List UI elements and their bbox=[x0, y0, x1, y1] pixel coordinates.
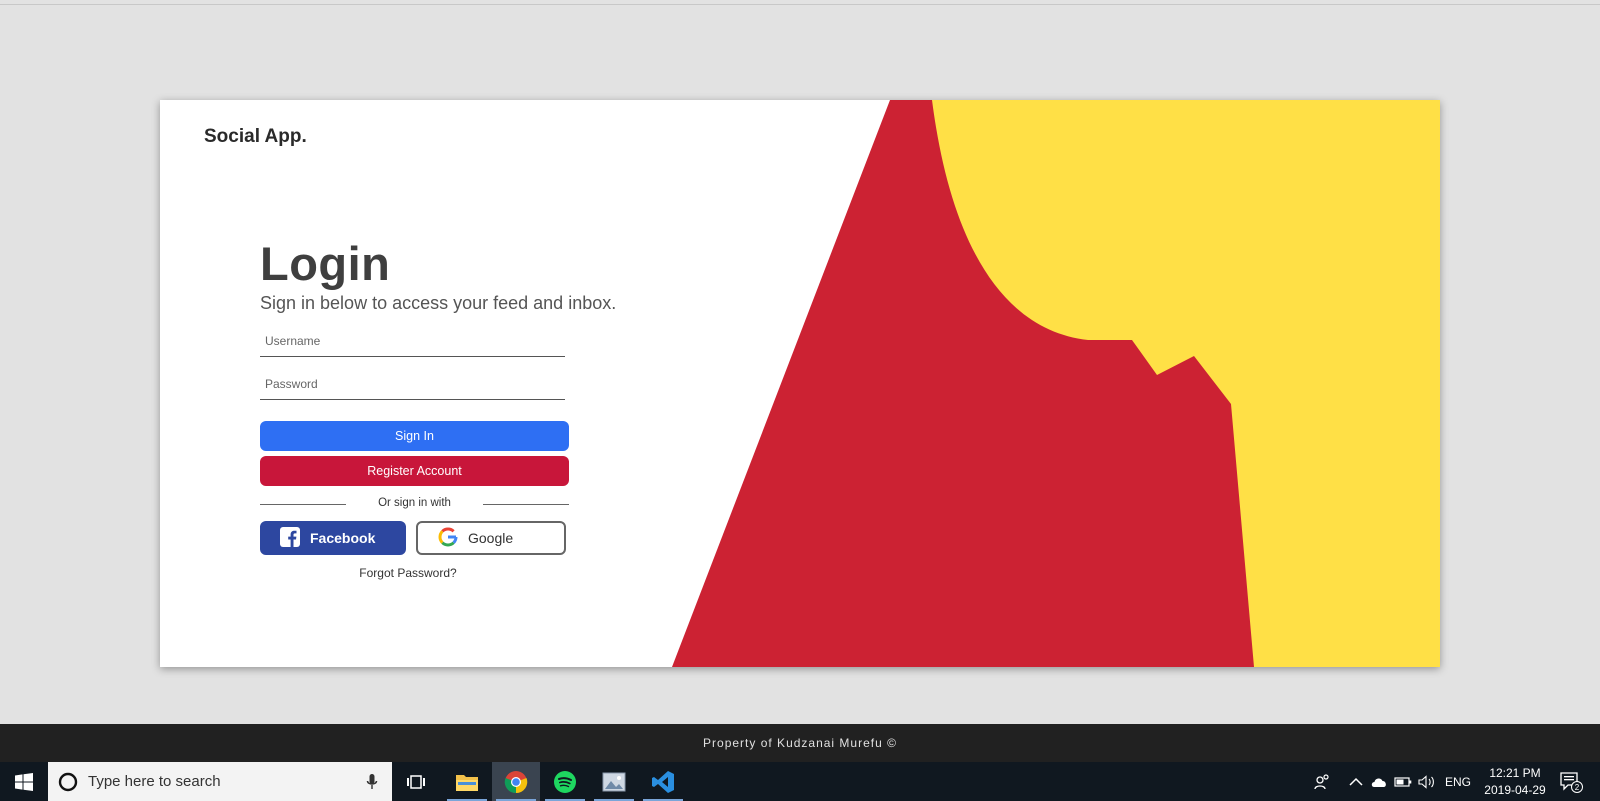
register-label: Register Account bbox=[367, 464, 462, 478]
clock-date: 2019-04-29 bbox=[1484, 783, 1546, 797]
vscode-icon bbox=[652, 770, 674, 793]
sign-in-label: Sign In bbox=[395, 429, 434, 443]
battery-icon bbox=[1394, 776, 1412, 787]
facebook-icon bbox=[280, 526, 300, 550]
task-view-button[interactable] bbox=[392, 762, 440, 801]
taskbar-clock[interactable]: 12:21 PM 2019-04-29 bbox=[1475, 765, 1555, 799]
show-hidden-icons-button[interactable] bbox=[1346, 762, 1366, 801]
login-card: Social App. Login Sign in below to acces… bbox=[160, 100, 1440, 667]
taskbar-chrome[interactable] bbox=[492, 762, 540, 801]
windows-taskbar: Type here to search ENG 12:21 PM 2019-04… bbox=[0, 762, 1600, 801]
facebook-login-button[interactable]: Facebook bbox=[260, 521, 406, 555]
footer-text: Property of Kudzanai Murefu © bbox=[703, 736, 897, 750]
taskbar-search-placeholder: Type here to search bbox=[88, 773, 221, 790]
spotify-icon bbox=[554, 770, 576, 793]
password-input[interactable] bbox=[260, 369, 565, 399]
register-account-button[interactable]: Register Account bbox=[260, 456, 569, 486]
task-view-icon bbox=[407, 774, 425, 789]
page-footer: Property of Kudzanai Murefu © bbox=[0, 724, 1600, 762]
page-title: Login bbox=[260, 237, 391, 290]
top-rule bbox=[0, 4, 1600, 5]
forgot-password-link[interactable]: Forgot Password? bbox=[260, 566, 556, 580]
divider-line-right bbox=[483, 504, 569, 505]
battery-button[interactable] bbox=[1392, 762, 1414, 801]
sign-in-button[interactable]: Sign In bbox=[260, 421, 569, 451]
windows-logo-icon bbox=[15, 772, 33, 791]
chevron-up-icon bbox=[1349, 777, 1363, 786]
action-center-button[interactable]: 2 bbox=[1554, 762, 1588, 801]
microphone-icon[interactable] bbox=[366, 773, 378, 791]
people-icon bbox=[1314, 773, 1329, 789]
google-icon bbox=[438, 527, 458, 550]
taskbar-vscode[interactable] bbox=[639, 762, 687, 801]
file-explorer-icon bbox=[456, 774, 478, 791]
photos-icon bbox=[602, 772, 626, 791]
volume-icon bbox=[1418, 774, 1434, 789]
page-subtitle: Sign in below to access your feed and in… bbox=[260, 293, 617, 313]
username-input[interactable] bbox=[260, 326, 565, 356]
google-label: Google bbox=[468, 530, 514, 546]
people-button[interactable] bbox=[1308, 762, 1336, 801]
taskbar-spotify[interactable] bbox=[541, 762, 589, 801]
taskbar-file-explorer[interactable] bbox=[443, 762, 491, 801]
onedrive-button[interactable] bbox=[1368, 762, 1390, 801]
clock-time: 12:21 PM bbox=[1489, 766, 1541, 780]
google-login-button[interactable]: Google bbox=[416, 521, 566, 555]
chrome-icon bbox=[504, 770, 528, 793]
cloud-icon bbox=[1371, 777, 1386, 787]
taskbar-search-box[interactable]: Type here to search bbox=[48, 762, 392, 801]
taskbar-photos[interactable] bbox=[590, 762, 638, 801]
divider-label: Or sign in with bbox=[378, 497, 451, 509]
facebook-label: Facebook bbox=[310, 530, 376, 546]
brand-logo: Social App. bbox=[204, 126, 307, 147]
cortana-icon bbox=[58, 772, 78, 791]
language-label: ENG bbox=[1444, 774, 1471, 789]
password-field-wrapper bbox=[260, 369, 565, 400]
username-field-wrapper bbox=[260, 326, 565, 357]
start-button[interactable] bbox=[0, 762, 48, 801]
input-language-button[interactable]: ENG bbox=[1442, 762, 1474, 801]
notification-icon: 2 bbox=[1560, 771, 1583, 793]
volume-button[interactable] bbox=[1416, 762, 1438, 801]
notification-count: 2 bbox=[1575, 783, 1580, 792]
or-divider: Or sign in with bbox=[260, 497, 569, 511]
